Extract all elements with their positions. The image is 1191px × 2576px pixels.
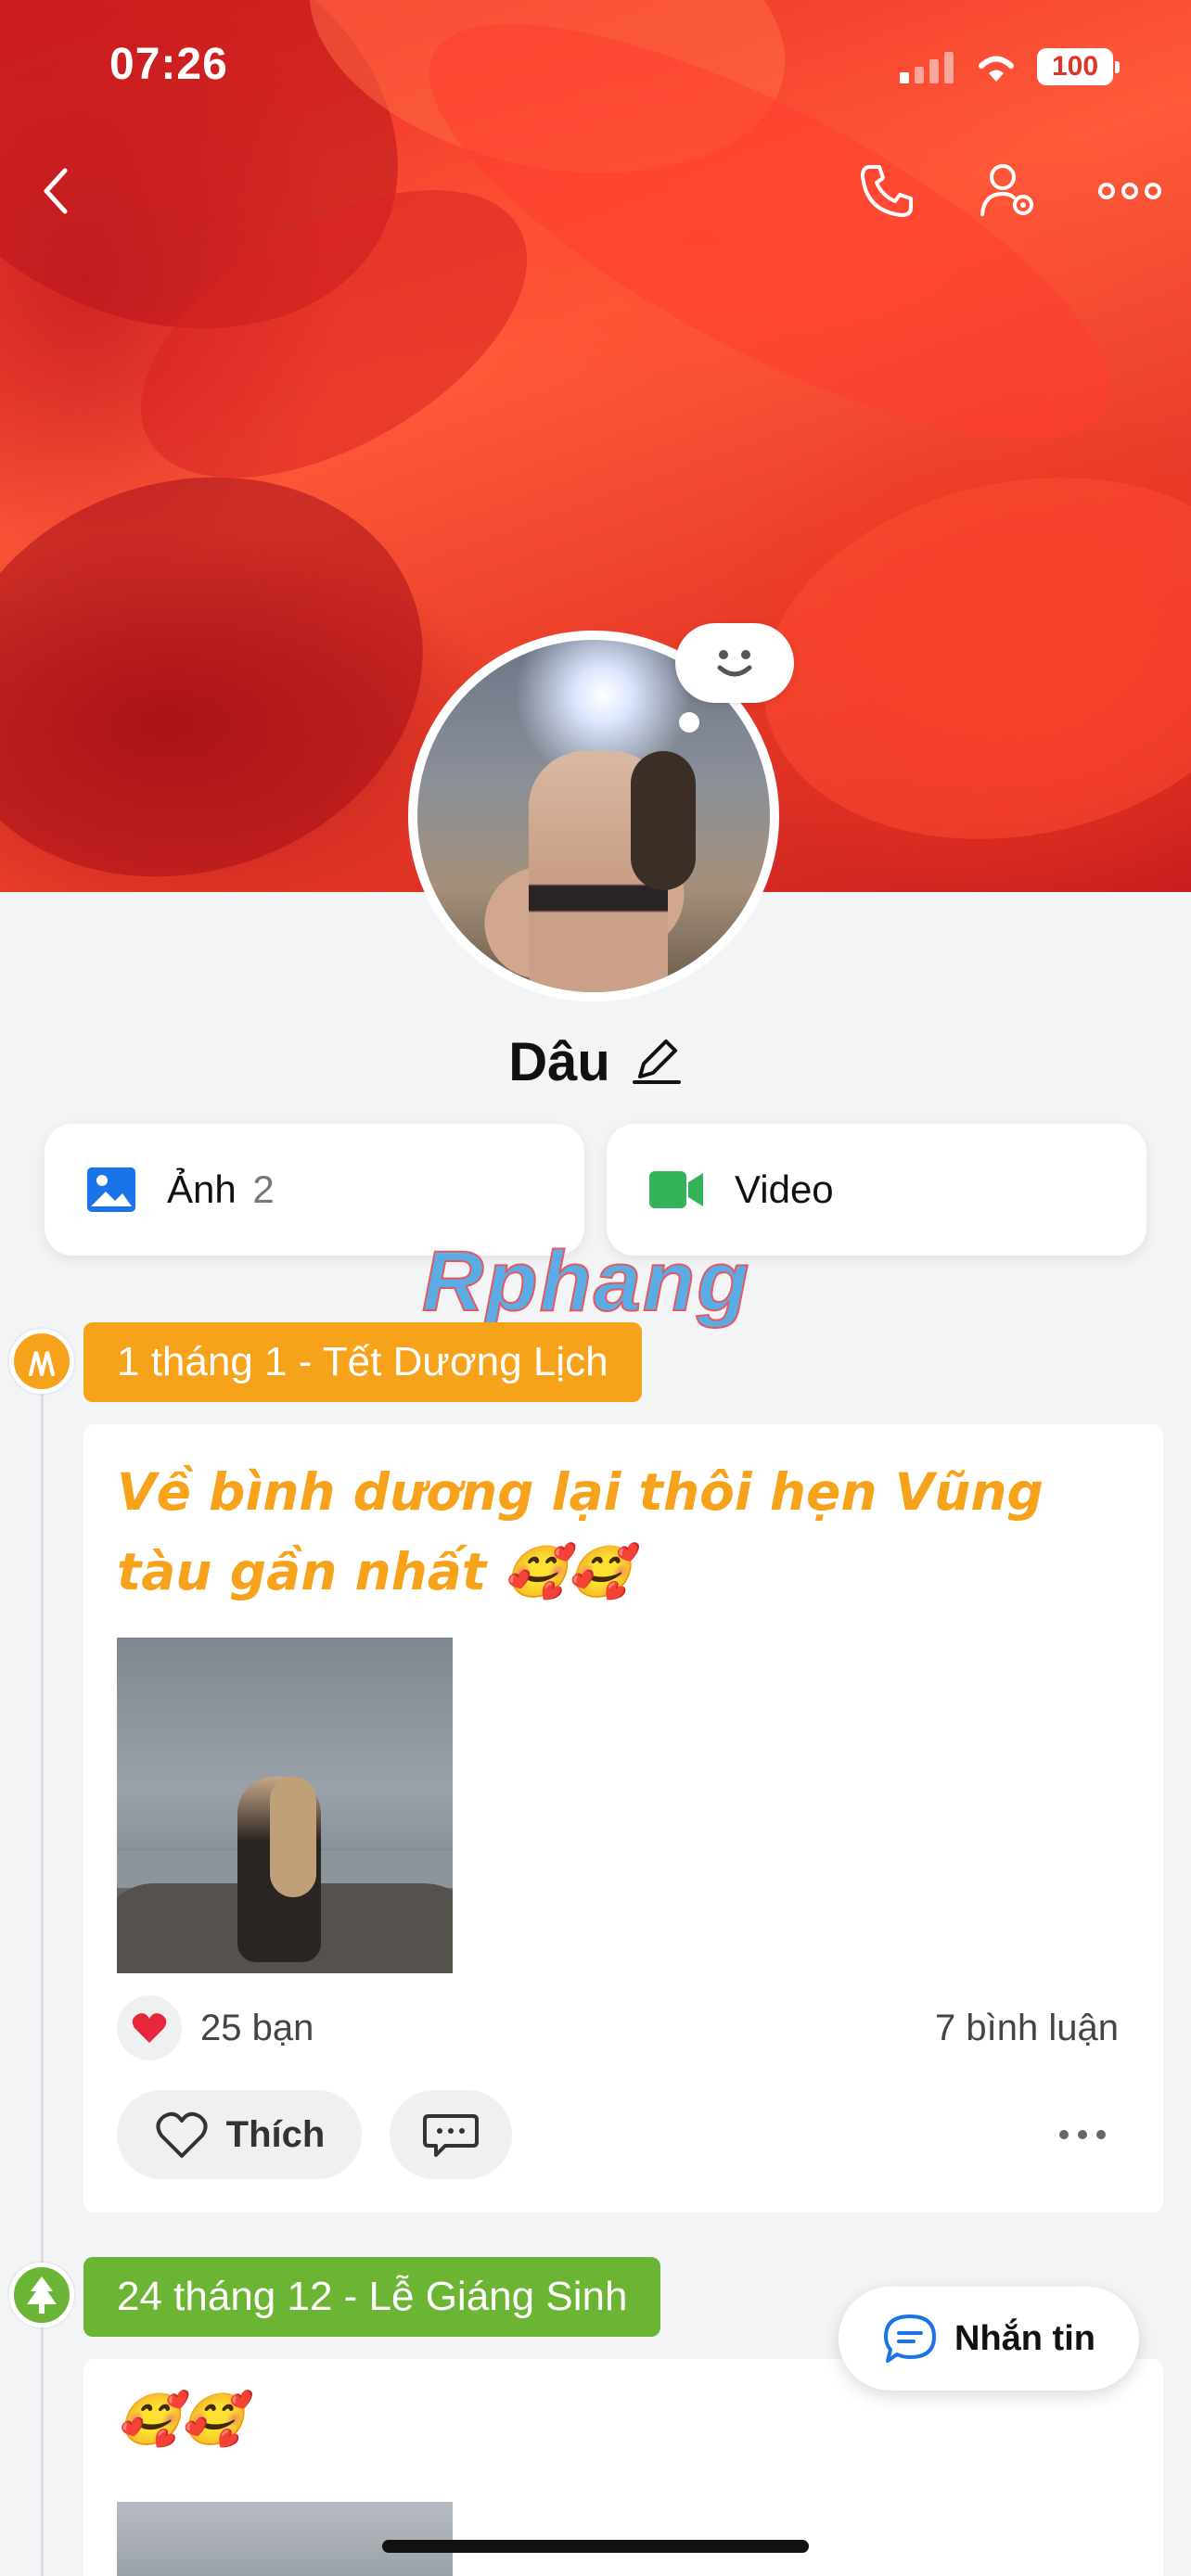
celebration-icon: [9, 1329, 74, 1394]
phone-icon: [861, 165, 913, 217]
heart-outline-icon: [156, 2111, 208, 2158]
comment-icon: [423, 2114, 479, 2157]
battery-indicator: 100: [1037, 48, 1120, 85]
more-horizontal-icon: [1098, 183, 1161, 199]
home-indicator[interactable]: [382, 2540, 809, 2553]
comment-button[interactable]: [390, 2090, 512, 2179]
signal-icon: [900, 52, 954, 83]
profile-name-row: Dâu: [0, 1031, 1191, 1093]
like-button[interactable]: Thích: [117, 2090, 362, 2179]
heart-reaction-icon: [117, 1996, 182, 2060]
post-photo[interactable]: [117, 1638, 453, 1973]
event-tag: 1 tháng 1 - Tết Dương Lịch: [83, 1322, 642, 1402]
video-label: Video: [735, 1167, 834, 1211]
video-camera-icon: [649, 1171, 703, 1208]
photos-label: Ảnh: [167, 1167, 237, 1211]
christmas-tree-icon: [9, 2263, 74, 2327]
chevron-left-icon: [44, 168, 68, 214]
status-time: 07:26: [109, 40, 228, 89]
call-button[interactable]: [853, 158, 920, 224]
message-label: Nhắn tin: [954, 2318, 1095, 2358]
mood-bubble-tail: [679, 712, 699, 733]
post-actions: Thích: [117, 2090, 1119, 2179]
post-photo[interactable]: [117, 2502, 453, 2576]
pencil-icon: [632, 1039, 681, 1084]
post-text: 🥰🥰: [117, 2390, 244, 2449]
message-button[interactable]: Nhắn tin: [839, 2287, 1139, 2391]
post-more-button[interactable]: [1059, 2130, 1106, 2139]
image-icon: [87, 1167, 135, 1212]
profile-name: Dâu: [508, 1032, 610, 1092]
timeline-line: [41, 1391, 44, 2576]
photos-count: 2: [252, 1167, 275, 1211]
more-button[interactable]: [1096, 158, 1163, 224]
back-button[interactable]: [22, 158, 89, 224]
post-card[interactable]: Về bình dương lại thôi hẹn Vũng tàu gần …: [83, 1424, 1163, 2213]
comment-count[interactable]: 7 bình luận: [935, 2008, 1119, 2049]
smiley-bubble-icon: [717, 650, 752, 677]
reaction-count: 25 bạn: [200, 2007, 314, 2048]
reaction-summary[interactable]: 25 bạn 7 bình luận: [117, 1996, 1119, 2060]
mood-status-button[interactable]: [675, 623, 794, 703]
user-settings-icon: [980, 164, 1033, 216]
watermark: Rphang: [421, 1233, 751, 1330]
wifi-icon: [979, 56, 1014, 82]
like-label: Thích: [225, 2113, 326, 2155]
chat-bubble-icon: [884, 2315, 936, 2363]
event-tag: 24 tháng 12 - Lễ Giáng Sinh: [83, 2257, 661, 2337]
post-text: Về bình dương lại thôi hẹn Vũng tàu gần …: [117, 1462, 1044, 1601]
profile-settings-button[interactable]: [976, 158, 1043, 224]
edit-name-button[interactable]: [631, 1034, 683, 1090]
